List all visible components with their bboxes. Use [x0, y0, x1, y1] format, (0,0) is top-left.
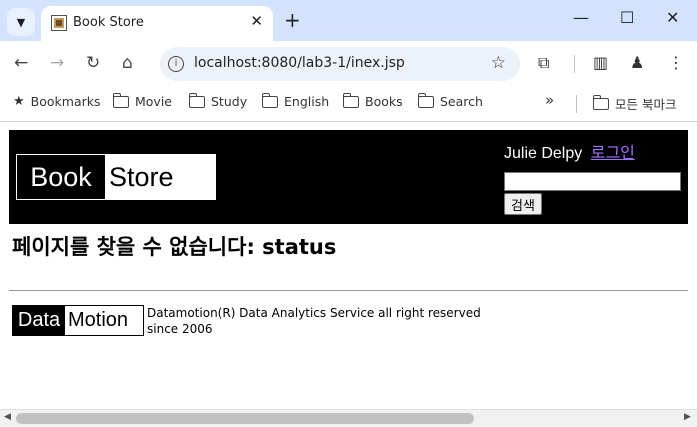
folder-icon	[112, 92, 129, 108]
site-logo[interactable]: Book Store	[16, 154, 216, 200]
folder-icon	[188, 92, 205, 108]
footer-logo-left-text: Data	[13, 306, 65, 335]
new-tab-icon[interactable]: +	[284, 8, 301, 32]
user-name: Julie Delpy	[504, 145, 583, 162]
horizontal-scrollbar[interactable]: ◀ ▶	[0, 409, 697, 427]
site-header: Book Store Julie Delpy 로그인 검색	[9, 130, 688, 224]
home-icon[interactable]: ⌂	[122, 53, 133, 73]
bookmark-item-bookmarks[interactable]: ★ Bookmarks	[13, 94, 101, 109]
bookmarks-divider	[576, 95, 577, 113]
address-bar[interactable]: i localhost:8080/lab3-1/inex.jsp ☆	[160, 47, 520, 81]
active-tab[interactable]: Book Store ✕	[41, 6, 273, 41]
browser-toolbar: ← → ↻ ⌂ i localhost:8080/lab3-1/inex.jsp…	[0, 41, 697, 87]
footer-since: since 2006	[147, 322, 213, 336]
bookmarks-overflow-icon[interactable]: »	[545, 91, 554, 109]
bookmark-item-study[interactable]: Study	[188, 92, 247, 109]
scroll-right-icon[interactable]: ▶	[684, 412, 691, 422]
footer-logo-right-text: Motion	[65, 306, 143, 335]
error-message: 페이지를 찾을 수 없습니다: status	[12, 235, 337, 259]
menu-icon[interactable]: ⋮	[668, 53, 684, 72]
url-text[interactable]: localhost:8080/lab3-1/inex.jsp	[194, 55, 405, 71]
bookmarks-bar: ★ Bookmarks Movie Study English Books Sea…	[0, 87, 697, 122]
bookmark-item-movie[interactable]: Movie	[112, 92, 172, 109]
scrollbar-thumb[interactable]	[16, 413, 474, 424]
login-link[interactable]: 로그인	[591, 145, 635, 162]
footer-logo: Data Motion	[12, 305, 144, 336]
toolbar-divider	[574, 55, 575, 73]
close-tab-icon[interactable]: ✕	[250, 12, 263, 30]
bookmark-item-books[interactable]: Books	[342, 92, 403, 109]
all-bookmarks-folder[interactable]: 모든 북마크	[592, 94, 676, 113]
bookmark-item-english[interactable]: English	[261, 92, 329, 109]
back-icon[interactable]: ←	[14, 53, 28, 73]
bookmark-star-icon[interactable]: ☆	[491, 53, 506, 73]
search-button[interactable]: 검색	[504, 193, 542, 215]
folder-icon	[592, 94, 609, 110]
user-area: Julie Delpy 로그인	[504, 139, 635, 163]
favicon-icon	[51, 15, 67, 31]
star-icon: ★	[13, 94, 25, 109]
side-panel-icon[interactable]: ▥	[593, 53, 608, 72]
profile-icon[interactable]: ♟	[630, 53, 644, 72]
search-input[interactable]	[504, 172, 681, 191]
maximize-icon[interactable]: ☐	[620, 8, 634, 27]
footer-divider	[9, 290, 688, 291]
folder-icon	[417, 92, 434, 108]
scroll-left-icon[interactable]: ◀	[4, 412, 11, 422]
minimize-icon[interactable]: —	[573, 8, 589, 27]
info-icon[interactable]: i	[168, 56, 184, 72]
extensions-icon[interactable]: ⧉	[538, 53, 549, 73]
bookmark-item-search[interactable]: Search	[417, 92, 483, 109]
logo-left-text: Book	[17, 155, 105, 199]
reload-icon[interactable]: ↻	[86, 53, 100, 73]
folder-icon	[342, 92, 359, 108]
page-content: Book Store Julie Delpy 로그인 검색 페이지를 찾을 수 …	[0, 122, 697, 409]
tab-search-button[interactable]: ▼	[7, 8, 35, 36]
logo-right-text: Store	[105, 155, 215, 199]
chevron-down-icon: ▼	[16, 15, 26, 29]
folder-icon	[261, 92, 278, 108]
close-window-icon[interactable]: ✕	[666, 8, 679, 27]
title-bar: ▼ Book Store ✕ + — ☐ ✕	[0, 0, 697, 41]
forward-icon[interactable]: →	[50, 53, 64, 73]
footer-copyright: Datamotion(R) Data Analytics Service all…	[147, 306, 481, 320]
footer-text: Datamotion(R) Data Analytics Service all…	[147, 305, 481, 337]
tab-title: Book Store	[73, 15, 144, 30]
browser-window: ▼ Book Store ✕ + — ☐ ✕ ← → ↻ ⌂ i localho…	[0, 0, 697, 427]
